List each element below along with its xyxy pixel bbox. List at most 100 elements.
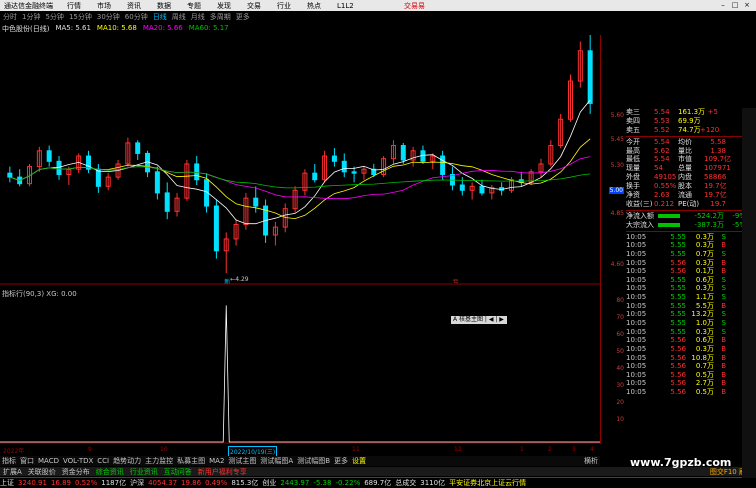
minimize-icon[interactable]: – — [718, 0, 728, 11]
tick-cell: B — [721, 370, 726, 379]
stock-name: 中色股份(日线) — [2, 25, 50, 33]
tab-vol[interactable]: VOL-TDX — [61, 457, 95, 465]
x-label: 2 — [548, 446, 552, 453]
menu-item-shichang[interactable]: 市场 — [89, 1, 119, 11]
tab-hudong[interactable]: 互动问答 — [161, 467, 195, 477]
ask-row: 卖五 5.52 74.7万 +120 — [626, 126, 756, 135]
stat-cell: 49105 — [654, 173, 677, 182]
candle-body — [56, 160, 62, 175]
tick-cell: 5.55 — [670, 284, 686, 293]
menu-item-zhuanti[interactable]: 专题 — [179, 1, 209, 11]
tab-more[interactable]: 更多 — [332, 456, 350, 466]
period-multi[interactable]: 多周期 — [207, 12, 233, 22]
tick-cell: 10:05 — [626, 301, 647, 310]
menu-item-shuju[interactable]: 数据 — [149, 1, 179, 11]
menu-item-hangye[interactable]: 行业 — [269, 1, 299, 11]
period-15min[interactable]: 15分钟 — [66, 12, 94, 22]
tick-cell: 0.3万 — [695, 327, 714, 336]
tab-simu[interactable]: 私募主图 — [175, 456, 207, 466]
ind-tick: 10 — [616, 416, 624, 423]
menu-item-jiaoyi[interactable]: 交易 — [239, 1, 269, 11]
menu-item-zixun[interactable]: 资讯 — [119, 1, 149, 11]
tab-hengxi[interactable]: 横析 — [582, 456, 600, 466]
menu-item-hangqing[interactable]: 行情 — [59, 1, 89, 11]
flow-row: 大宗流入 -387.3万 -5% — [626, 221, 756, 230]
tick-row: 10:05 5.56 0.7万 B — [626, 362, 756, 371]
stat-cell: 均价 — [678, 137, 692, 146]
flow-cell: -387.3万 — [694, 220, 724, 229]
stat-cell: 19.7 — [710, 199, 726, 208]
tick-cell: 5.56 — [670, 353, 686, 362]
ask-cell: 74.7万 — [678, 125, 701, 134]
tab-qushi[interactable]: 趋势动力 — [111, 456, 143, 466]
ask-row: 卖三 5.54 161.3万 +5 — [626, 108, 756, 117]
tab-hangye-zixun[interactable]: 行业资讯 — [127, 467, 161, 477]
y-tick: 5.60 — [610, 112, 624, 119]
tick-cell: 10:05 — [626, 362, 647, 371]
tick-cell: 5.56 — [670, 370, 686, 379]
period-30min[interactable]: 30分钟 — [94, 12, 122, 22]
stat-cell: PE(动) — [678, 199, 700, 208]
ask-cell: 5.54 — [654, 108, 670, 116]
indicator-chart[interactable] — [0, 288, 600, 444]
tick-cell: 5.56 — [670, 267, 686, 276]
cy-value: 2443.97 — [280, 479, 310, 487]
period-5min[interactable]: 5分钟 — [42, 12, 65, 22]
period-fenshi[interactable]: 分时 — [0, 12, 19, 22]
tab-zhuli[interactable]: 主力监控 — [143, 456, 175, 466]
x-label: 3 — [572, 446, 576, 453]
tick-cell: B — [721, 344, 726, 353]
close-icon[interactable]: × — [742, 0, 752, 11]
side-toolbar[interactable] — [742, 108, 756, 478]
tab-cci[interactable]: CCI — [95, 457, 111, 465]
flow-bar — [658, 212, 684, 221]
tab-settings[interactable]: 设置 — [350, 456, 368, 466]
tab-ma2[interactable]: MA2 — [207, 457, 226, 465]
ask-cell: 卖三 — [626, 108, 640, 116]
menu-item-redian[interactable]: 热点 — [299, 1, 329, 11]
period-more[interactable]: 更多 — [233, 12, 252, 22]
tab-zhibiao[interactable]: 指标 — [0, 456, 18, 466]
tick-cell: 5.56 — [670, 379, 686, 388]
tab-zonghe[interactable]: 综合资讯 — [93, 467, 127, 477]
stat-row: 今开 5.54 均价 5.58 — [626, 138, 756, 147]
maximize-icon[interactable]: □ — [730, 0, 740, 11]
tick-cell: 0.3万 — [695, 284, 714, 293]
tick-row: 10:05 5.55 0.6万 S — [626, 276, 756, 285]
period-daily[interactable]: 日线 — [150, 12, 169, 22]
x-label: 10 — [160, 446, 168, 453]
period-weekly[interactable]: 周线 — [169, 12, 188, 22]
tab-kuozhan[interactable]: 扩展A — [0, 467, 25, 477]
stat-row: 收益(三) 0.212 PE(动) 19.7 — [626, 200, 756, 209]
trade-button[interactable]: 交易易 — [404, 1, 425, 11]
tab-xinyonghu[interactable]: 新用户福利专享 — [195, 467, 250, 477]
tick-cell: S — [721, 249, 726, 258]
candle-body — [587, 50, 593, 104]
chart-toolbar-popup[interactable]: A 核基主图 | ◀ | ▶ — [451, 316, 507, 324]
stat-cell: 净资 — [626, 191, 640, 200]
menu-item-faxian[interactable]: 发现 — [209, 1, 239, 11]
stat-cell: 5.54 — [654, 137, 670, 146]
tab-zijin[interactable]: 资金分布 — [59, 467, 93, 477]
menu-item-l1l2[interactable]: L1L2 — [329, 2, 362, 10]
candle-body — [135, 142, 141, 154]
tab-macd[interactable]: MACD — [36, 457, 61, 465]
stat-cell: 今开 — [626, 137, 640, 146]
period-monthly[interactable]: 月线 — [188, 12, 207, 22]
tab-ceshi-futu-a[interactable]: 测试幅图A — [258, 456, 295, 466]
kline-chart[interactable]: ←4.29新亏 — [0, 35, 600, 285]
tick-cell: 10:05 — [626, 267, 647, 276]
tick-cell: 5.56 — [670, 388, 686, 397]
candle-body — [95, 168, 101, 187]
ma5-line — [9, 99, 591, 225]
flow-cell: 净流入额 — [626, 211, 654, 220]
candle-body — [253, 197, 259, 207]
tab-guanlian[interactable]: 关联股价 — [25, 467, 59, 477]
tab-ceshi-futu-b[interactable]: 测试幅图B — [295, 456, 332, 466]
tab-ceshi-zhutu[interactable]: 测试主图 — [226, 456, 258, 466]
watermark: www.7gpzb.com — [630, 456, 732, 469]
period-1min[interactable]: 1分钟 — [19, 12, 42, 22]
tab-chuangkou[interactable]: 窗口 — [18, 456, 36, 466]
tick-row: 10:05 5.56 0.5万 B — [626, 388, 756, 397]
period-60min[interactable]: 60分钟 — [122, 12, 150, 22]
